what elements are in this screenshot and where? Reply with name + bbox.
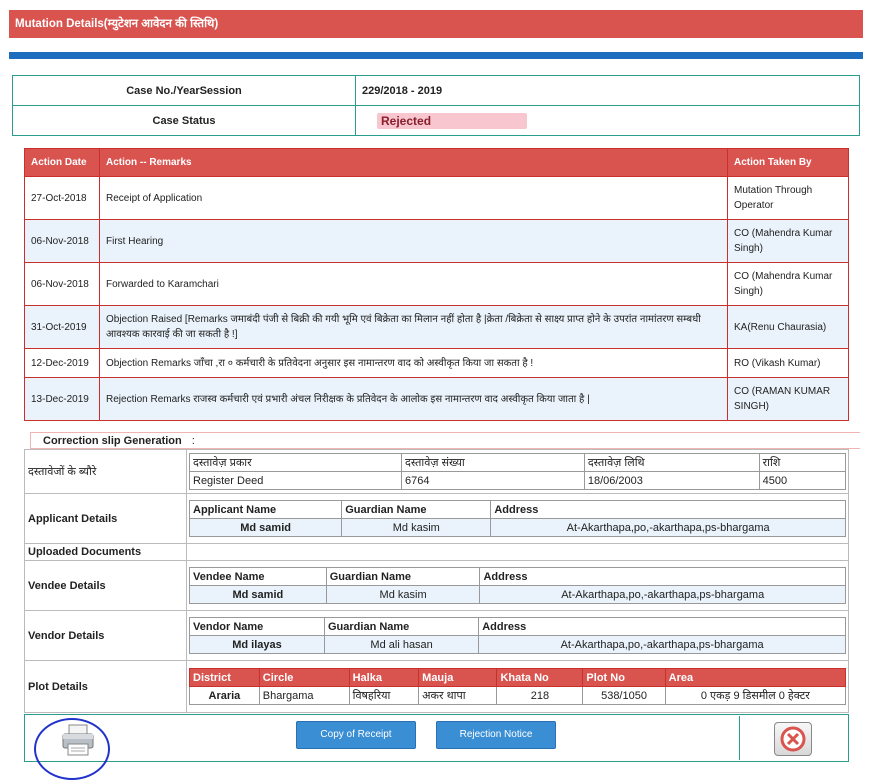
table-cell: Plot No [582,668,666,687]
table-cell: RO (Vikash Kumar) [727,348,849,378]
column-header-taken-by: Action Taken By [727,148,849,177]
table-cell: 0 एकड़ 9 डिसमील 0 हेक्टर [664,686,847,705]
table-cell: 13-Dec-2019 [24,377,100,421]
table-cell: Md kasim [325,585,481,604]
footer-divider [739,716,740,760]
table-cell: District [189,668,260,687]
table-cell: Objection Remarks जाँचा ,रा ० कर्मचारी क… [99,348,728,378]
table-cell: 18/06/2003 [583,471,760,490]
close-button[interactable] [774,722,812,756]
table-cell: CO (Mahendra Kumar Singh) [727,262,849,306]
table-cell: Register Deed [189,471,402,490]
table-cell: Receipt of Application [99,176,728,220]
table-cell: 31-Oct-2019 [24,305,100,349]
applicant-table: Applicant Name Guardian Name Address Md sa… [188,500,846,537]
table-cell: CO (Mahendra Kumar Singh) [727,219,849,263]
column-header-date: Action Date [24,148,100,177]
table-cell: दस्तावेज़ लिथि [583,453,760,472]
plot-label: Plot Details [24,660,187,713]
table-cell: Vendor Name [189,617,325,636]
table-cell: 4500 [758,471,847,490]
table-cell: Vendee Name [189,567,327,586]
table-cell: First Hearing [99,219,728,263]
table-cell: Guardian Name [325,567,481,586]
case-no-label: Case No./YearSession [12,75,356,106]
printer-icon[interactable] [60,722,96,758]
vendor-table: Vendor Name Guardian Name Address Md ilaya… [189,617,846,654]
documents-label: दस्तावेजों के ब्यौरे [24,449,187,494]
footer-toolbar: Copy of Receipt Rejection Notice [24,714,849,762]
documents-table: दस्तावेज़ प्रकार दस्तावेज़ संख्या दस्ताव… [189,453,847,490]
table-cell: Md ilayas [189,635,325,654]
table-cell: Circle [258,668,350,687]
table-cell: Md kasim [341,518,492,537]
page-title: Mutation Details(म्युटेशन आवेदन की स्तिथ… [9,10,863,38]
table-cell: Address [490,500,846,519]
status-badge: Rejected [377,112,527,129]
table-cell: विषहरिया [348,686,420,705]
table-cell: दस्तावेज़ प्रकार [189,453,402,472]
divider [9,52,863,59]
correction-slip-section: Correction slip Generation: [30,432,860,449]
vendee-table: Vendee Name Guardian Name Address Md samid… [189,567,846,604]
table-cell: Guardian Name [341,500,492,519]
table-cell: At-Akarthapa,po,-akarthapa,ps-bhargama [478,635,846,654]
table-cell: Rejection Remarks राजस्व कर्मचारी एवं प्… [99,377,728,421]
table-cell: Mauja [418,668,498,687]
table-cell: CO (RAMAN KUMAR SINGH) [727,377,849,421]
table-cell: 538/1050 [582,686,666,705]
table-cell: 6764 [401,471,585,490]
table-cell: राशि [758,453,847,472]
uploaded-docs-label: Uploaded Documents [24,543,187,561]
table-cell: Bhargama [258,686,350,705]
table-cell: Address [478,617,846,636]
table-cell: 06-Nov-2018 [24,262,100,306]
applicant-label: Applicant Details [24,493,187,544]
table-cell: Area [664,668,847,687]
case-info-table: Case No./YearSession 229/2018 - 2019 Cas… [12,75,860,136]
table-cell: Address [479,567,846,586]
action-history-table: Action Date Action -- Remarks Action Tak… [24,148,849,421]
plot-table: District Circle Halka Mauja Khata No Plo… [189,668,847,705]
table-cell: 12-Dec-2019 [24,348,100,378]
table-cell: दस्तावेज़ संख्या [401,453,585,472]
rejection-notice-button[interactable]: Rejection Notice [436,721,556,749]
table-cell: 27-Oct-2018 [24,176,100,220]
table-cell: Md samid [189,585,327,604]
table-cell: Md ali hasan [323,635,480,654]
case-no-value: 229/2018 - 2019 [355,75,860,106]
table-cell: 06-Nov-2018 [24,219,100,263]
vendee-label: Vendee Details [24,560,187,611]
details-table: दस्तावेजों के ब्यौरे दस्तावेज़ प्रकार दस… [24,449,849,713]
correction-slip-label: Correction slip Generation [43,435,182,447]
table-cell: Forwarded to Karamchari [99,262,728,306]
table-cell: Applicant Name [188,500,343,519]
table-cell: Halka [348,668,420,687]
table-cell: 218 [496,686,584,705]
table-cell: At-Akarthapa,po,-akarthapa,ps-bhargama [479,585,846,604]
column-header-remarks: Action -- Remarks [99,148,728,177]
table-cell: Mutation Through Operator [727,176,849,220]
copy-of-receipt-button[interactable]: Copy of Receipt [296,721,416,749]
table-cell: Objection Raised [Remarks जमाबंदी पंजी स… [99,305,728,349]
case-status-label: Case Status [12,105,356,136]
table-cell: अकर थापा [418,686,498,705]
close-icon [780,726,806,752]
table-cell: Md samid [188,518,343,537]
vendor-label: Vendor Details [24,610,187,661]
correction-slip-separator: : [191,435,195,447]
table-cell: Araria [189,686,260,705]
table-cell: Khata No [496,668,584,687]
table-cell: Guardian Name [323,617,480,636]
table-cell: At-Akarthapa,po,-akarthapa,ps-bhargama [490,518,846,537]
table-cell: KA(Renu Chaurasia) [727,305,849,349]
